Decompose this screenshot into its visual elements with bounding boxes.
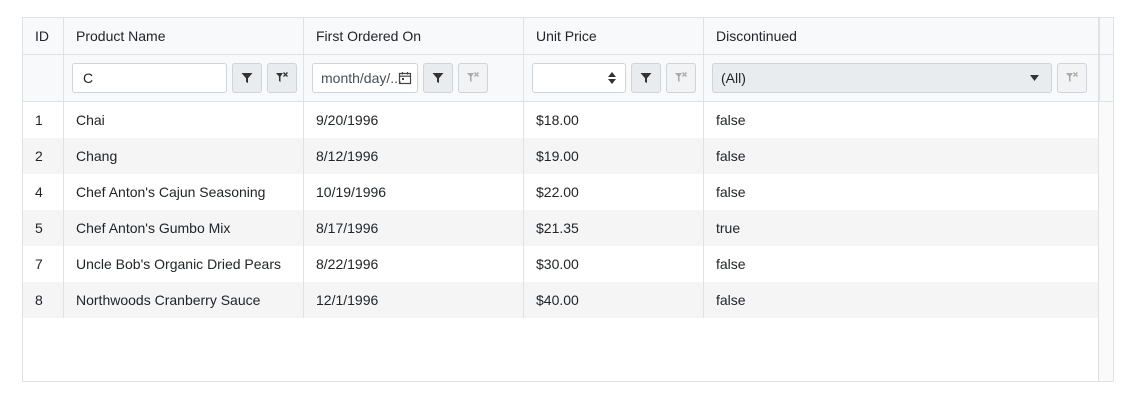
cell-id: 8 bbox=[23, 282, 64, 318]
unit-price-filter-button[interactable] bbox=[631, 63, 661, 93]
product-name-filter-input[interactable]: C bbox=[72, 63, 227, 93]
cell-first-ordered-on: 12/1/1996 bbox=[304, 282, 524, 318]
cell-discontinued: false bbox=[716, 112, 746, 128]
data-grid: ID Product Name First Ordered On Unit Pr… bbox=[22, 17, 1114, 382]
cell-id: 1 bbox=[23, 102, 64, 138]
spin-up-icon[interactable] bbox=[608, 72, 616, 77]
cell-first-ordered-on: 8/22/1996 bbox=[304, 246, 524, 282]
table-row[interactable]: 1 Chai 9/20/1996 $18.00 false bbox=[23, 102, 1113, 138]
product-name-clear-filter-button[interactable] bbox=[267, 63, 297, 93]
cell-id: 7 bbox=[23, 246, 64, 282]
discontinued-filter-select[interactable]: (All) bbox=[712, 63, 1052, 93]
date-clear-filter-button[interactable] bbox=[458, 63, 488, 93]
filter-cell-product-name: C bbox=[64, 55, 304, 101]
cell-unit-price: $22.00 bbox=[524, 174, 704, 210]
cell-product-name: Northwoods Cranberry Sauce bbox=[64, 282, 304, 318]
filter-icon bbox=[640, 73, 652, 83]
cell-first-ordered-on: 8/17/1996 bbox=[304, 210, 524, 246]
cell-product-name: Chef Anton's Gumbo Mix bbox=[64, 210, 304, 246]
header-scroll-spacer bbox=[1099, 18, 1113, 54]
cell-product-name: Uncle Bob's Organic Dried Pears bbox=[64, 246, 304, 282]
filter-clear-icon bbox=[675, 72, 687, 82]
cell-product-name: Chang bbox=[64, 138, 304, 174]
discontinued-clear-filter-button[interactable] bbox=[1057, 63, 1087, 93]
chevron-down-icon bbox=[1030, 75, 1039, 81]
table-row[interactable]: 4 Chef Anton's Cajun Seasoning 10/19/199… bbox=[23, 174, 1113, 210]
column-header-product-name[interactable]: Product Name bbox=[64, 18, 304, 54]
cell-first-ordered-on: 9/20/1996 bbox=[304, 102, 524, 138]
cell-product-name: Chai bbox=[64, 102, 304, 138]
column-header-discontinued[interactable]: Discontinued bbox=[704, 18, 1099, 54]
table-row[interactable]: 2 Chang 8/12/1996 $19.00 false bbox=[23, 138, 1113, 174]
cell-unit-price: $18.00 bbox=[524, 102, 704, 138]
filter-cell-first-ordered-on: month/day/... bbox=[304, 55, 524, 101]
cell-product-name: Chef Anton's Cajun Seasoning bbox=[64, 174, 304, 210]
cell-unit-price: $21.35 bbox=[524, 210, 704, 246]
filter-row: C month/day/... (All) bbox=[23, 55, 1113, 102]
cell-discontinued: false bbox=[716, 148, 746, 164]
spinner-icon[interactable] bbox=[599, 64, 625, 92]
cell-discontinued: false bbox=[716, 292, 746, 308]
column-header-unit-price[interactable]: Unit Price bbox=[524, 18, 704, 54]
table-row[interactable]: 7 Uncle Bob's Organic Dried Pears 8/22/1… bbox=[23, 246, 1113, 282]
filter-clear-icon bbox=[467, 72, 479, 82]
cell-id: 5 bbox=[23, 210, 64, 246]
cell-discontinued: true bbox=[716, 220, 741, 236]
column-header-first-ordered-on[interactable]: First Ordered On bbox=[304, 18, 524, 54]
cell-unit-price: $30.00 bbox=[524, 246, 704, 282]
cell-unit-price: $40.00 bbox=[524, 282, 704, 318]
grid-body: 1 Chai 9/20/1996 $18.00 false 2 Chang 8/… bbox=[23, 102, 1113, 381]
filter-cell-unit-price bbox=[524, 55, 704, 101]
cell-id: 2 bbox=[23, 138, 64, 174]
column-header-id[interactable]: ID bbox=[23, 18, 64, 54]
date-filter-input[interactable]: month/day/... bbox=[312, 63, 418, 93]
cell-discontinued: false bbox=[716, 256, 746, 272]
filter-icon bbox=[241, 73, 253, 83]
cell-first-ordered-on: 8/12/1996 bbox=[304, 138, 524, 174]
date-filter-button[interactable] bbox=[423, 63, 453, 93]
filter-clear-icon bbox=[276, 72, 288, 82]
cell-first-ordered-on: 10/19/1996 bbox=[304, 174, 524, 210]
product-name-filter-button[interactable] bbox=[232, 63, 262, 93]
unit-price-clear-filter-button[interactable] bbox=[666, 63, 696, 93]
cell-discontinued: false bbox=[716, 184, 746, 200]
cell-unit-price: $19.00 bbox=[524, 138, 704, 174]
filter-cell-discontinued: (All) bbox=[704, 55, 1099, 101]
spin-down-icon[interactable] bbox=[608, 79, 616, 84]
filter-clear-icon bbox=[1066, 72, 1078, 82]
table-row[interactable]: 8 Northwoods Cranberry Sauce 12/1/1996 $… bbox=[23, 282, 1113, 318]
filter-cell-id bbox=[23, 55, 64, 101]
cell-id: 4 bbox=[23, 174, 64, 210]
unit-price-filter-input[interactable] bbox=[532, 63, 626, 93]
filter-icon bbox=[432, 73, 444, 83]
calendar-icon[interactable] bbox=[398, 71, 412, 85]
vertical-scrollbar[interactable] bbox=[1098, 102, 1113, 381]
table-row[interactable]: 5 Chef Anton's Gumbo Mix 8/17/1996 $21.3… bbox=[23, 210, 1113, 246]
filter-scroll-spacer bbox=[1099, 55, 1113, 101]
header-row: ID Product Name First Ordered On Unit Pr… bbox=[23, 18, 1113, 55]
